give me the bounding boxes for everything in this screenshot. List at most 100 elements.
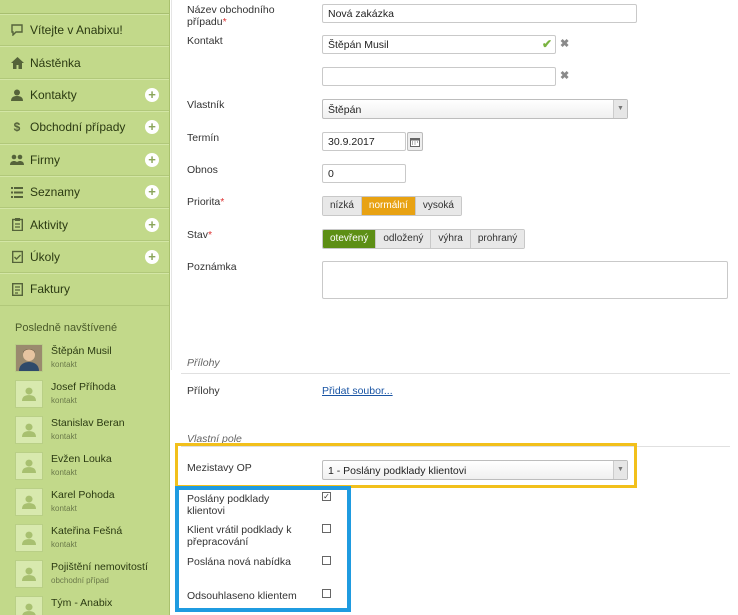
amount-label: Obnos xyxy=(187,164,218,176)
recent-type: kontakt xyxy=(51,395,77,405)
sidebar-item-lists[interactable]: Seznamy + xyxy=(0,175,169,209)
home-icon xyxy=(10,56,24,70)
contact-input[interactable] xyxy=(322,35,556,54)
add-deal-button[interactable]: + xyxy=(145,120,159,135)
divider xyxy=(171,0,172,370)
substatus-label: Mezistavy OP xyxy=(187,462,252,474)
add-list-button[interactable]: + xyxy=(145,185,159,200)
avatar-placeholder-icon xyxy=(15,559,43,588)
check-label: Poslány podklady klientovi xyxy=(187,493,269,517)
status-option-won[interactable]: výhra xyxy=(431,230,471,248)
chevron-down-icon: ▼ xyxy=(613,100,627,118)
priority-option-normal[interactable]: normální xyxy=(361,197,416,215)
sidebar-item-welcome[interactable]: Vítejte v Anabixu! xyxy=(0,14,169,47)
attachments-label: Přílohy xyxy=(187,385,220,397)
sidebar-item-activities[interactable]: Aktivity + xyxy=(0,208,169,241)
substatus-select[interactable]: 1 - Poslány podklady klientovi ▼ xyxy=(322,460,628,480)
invoice-icon xyxy=(10,282,24,296)
calendar-icon[interactable] xyxy=(407,132,423,151)
recent-type: kontakt xyxy=(51,467,77,477)
recent-item[interactable]: Stanislav Beran kontakt xyxy=(0,415,169,452)
divider xyxy=(181,373,730,374)
deal-name-label-line1: Název obchodního xyxy=(187,4,275,16)
check-icon: ✔ xyxy=(542,37,553,51)
avatar-placeholder-icon xyxy=(15,451,43,480)
dollar-icon: $ xyxy=(13,120,21,135)
date-input[interactable] xyxy=(322,132,406,151)
required-marker: * xyxy=(222,16,227,28)
sidebar-item-label: Obchodní případy xyxy=(30,120,126,135)
check-label: Klient vrátil podklady k přepracování xyxy=(187,524,291,548)
recent-item[interactable]: Josef Příhoda kontakt xyxy=(0,379,169,416)
check-label-line2: klientovi xyxy=(187,505,225,517)
sidebar-item-label: Firmy xyxy=(30,152,60,167)
sidebar-item-companies[interactable]: Firmy + xyxy=(0,143,169,176)
note-textarea[interactable] xyxy=(322,261,728,299)
status-option-open[interactable]: otevřený xyxy=(323,230,377,248)
checkbox-new-offer-sent[interactable] xyxy=(322,556,331,565)
add-company-button[interactable]: + xyxy=(145,152,159,167)
deal-name-input[interactable] xyxy=(322,4,637,23)
recent-type: kontakt xyxy=(51,539,77,549)
add-contact-button[interactable]: + xyxy=(145,87,159,102)
recent-item[interactable]: Štěpán Musil kontakt xyxy=(0,343,169,380)
avatar-placeholder-icon xyxy=(15,379,43,408)
recent-item[interactable]: Evžen Louka kontakt xyxy=(0,451,169,488)
checkbox-sent-documents[interactable]: ✓ xyxy=(322,492,331,501)
people-icon xyxy=(10,153,24,167)
avatar-placeholder-icon xyxy=(15,487,43,516)
owner-select-value: Štěpán xyxy=(328,104,362,116)
status-option-postponed[interactable]: odložený xyxy=(376,230,432,248)
status-option-lost[interactable]: prohraný xyxy=(470,230,525,248)
avatar-placeholder-icon xyxy=(15,595,43,615)
sidebar: Vítejte v Anabixu! Nástěnka Kontakty + $… xyxy=(0,0,170,615)
deal-form: Název obchodního případu* Kontakt ✔ ✖ ✖ … xyxy=(171,0,738,615)
recent-item[interactable]: Karel Pohoda kontakt xyxy=(0,487,169,524)
sidebar-item-label: Seznamy xyxy=(30,185,81,200)
check-label: Odsouhlaseno klientem xyxy=(187,590,297,602)
required-marker: * xyxy=(220,196,225,208)
sidebar-item-contacts[interactable]: Kontakty + xyxy=(0,78,169,112)
sidebar-item-label: Úkoly xyxy=(30,249,61,264)
checklist-icon xyxy=(10,250,24,264)
check-label-line2: přepracování xyxy=(187,536,249,548)
sidebar-item-dashboard[interactable]: Nástěnka xyxy=(0,46,169,79)
check-label: Poslána nová nabídka xyxy=(187,556,291,568)
add-task-button[interactable]: + xyxy=(145,249,159,264)
note-label: Poznámka xyxy=(187,261,237,273)
recent-name: Tým - Anabix xyxy=(51,596,113,609)
recent-item[interactable]: Kateřina Fešná kontakt xyxy=(0,523,169,560)
sidebar-item-tasks[interactable]: Úkoly + xyxy=(0,240,169,274)
priority-option-low[interactable]: nízká xyxy=(323,197,362,215)
remove-contact-icon[interactable]: ✖ xyxy=(560,37,569,50)
recent-name: Kateřina Fešná xyxy=(51,524,123,537)
recent-item[interactable]: Tým - Anabix xyxy=(0,595,169,615)
checkbox-approved-by-client[interactable] xyxy=(322,589,331,598)
add-activity-button[interactable]: + xyxy=(145,217,159,232)
priority-option-high[interactable]: vysoká xyxy=(415,197,461,215)
owner-select[interactable]: Štěpán ▼ xyxy=(322,99,628,119)
recent-item[interactable]: Pojištění nemovitostí obchodní případ xyxy=(0,559,169,596)
contact-label: Kontakt xyxy=(187,35,223,47)
sidebar-item-invoices[interactable]: Faktury xyxy=(0,273,169,306)
sidebar-item-label: Vítejte v Anabixu! xyxy=(30,23,123,38)
remove-contact-icon[interactable]: ✖ xyxy=(560,69,569,82)
checkbox-client-returned[interactable] xyxy=(322,524,331,533)
recent-type: kontakt xyxy=(51,431,77,441)
recent-name: Štěpán Musil xyxy=(51,344,112,357)
owner-label: Vlastník xyxy=(187,99,225,111)
status-label: Stav* xyxy=(187,229,212,241)
avatar-placeholder-icon xyxy=(15,523,43,552)
add-file-link[interactable]: Přidat soubor... xyxy=(322,385,393,397)
attachments-section-title: Přílohy xyxy=(187,357,220,369)
sidebar-item-label: Faktury xyxy=(30,282,71,297)
required-marker: * xyxy=(208,229,213,241)
sidebar-item-deals[interactable]: $ Obchodní případy + xyxy=(0,111,169,144)
priority-label: Priorita* xyxy=(187,196,224,208)
recent-type: obchodní případ xyxy=(51,575,109,585)
contact-input-2[interactable] xyxy=(322,67,556,86)
substatus-select-value: 1 - Poslány podklady klientovi xyxy=(328,465,467,477)
recent-name: Josef Příhoda xyxy=(51,380,116,393)
recent-name: Pojištění nemovitostí xyxy=(51,560,148,573)
amount-input[interactable] xyxy=(322,164,406,183)
